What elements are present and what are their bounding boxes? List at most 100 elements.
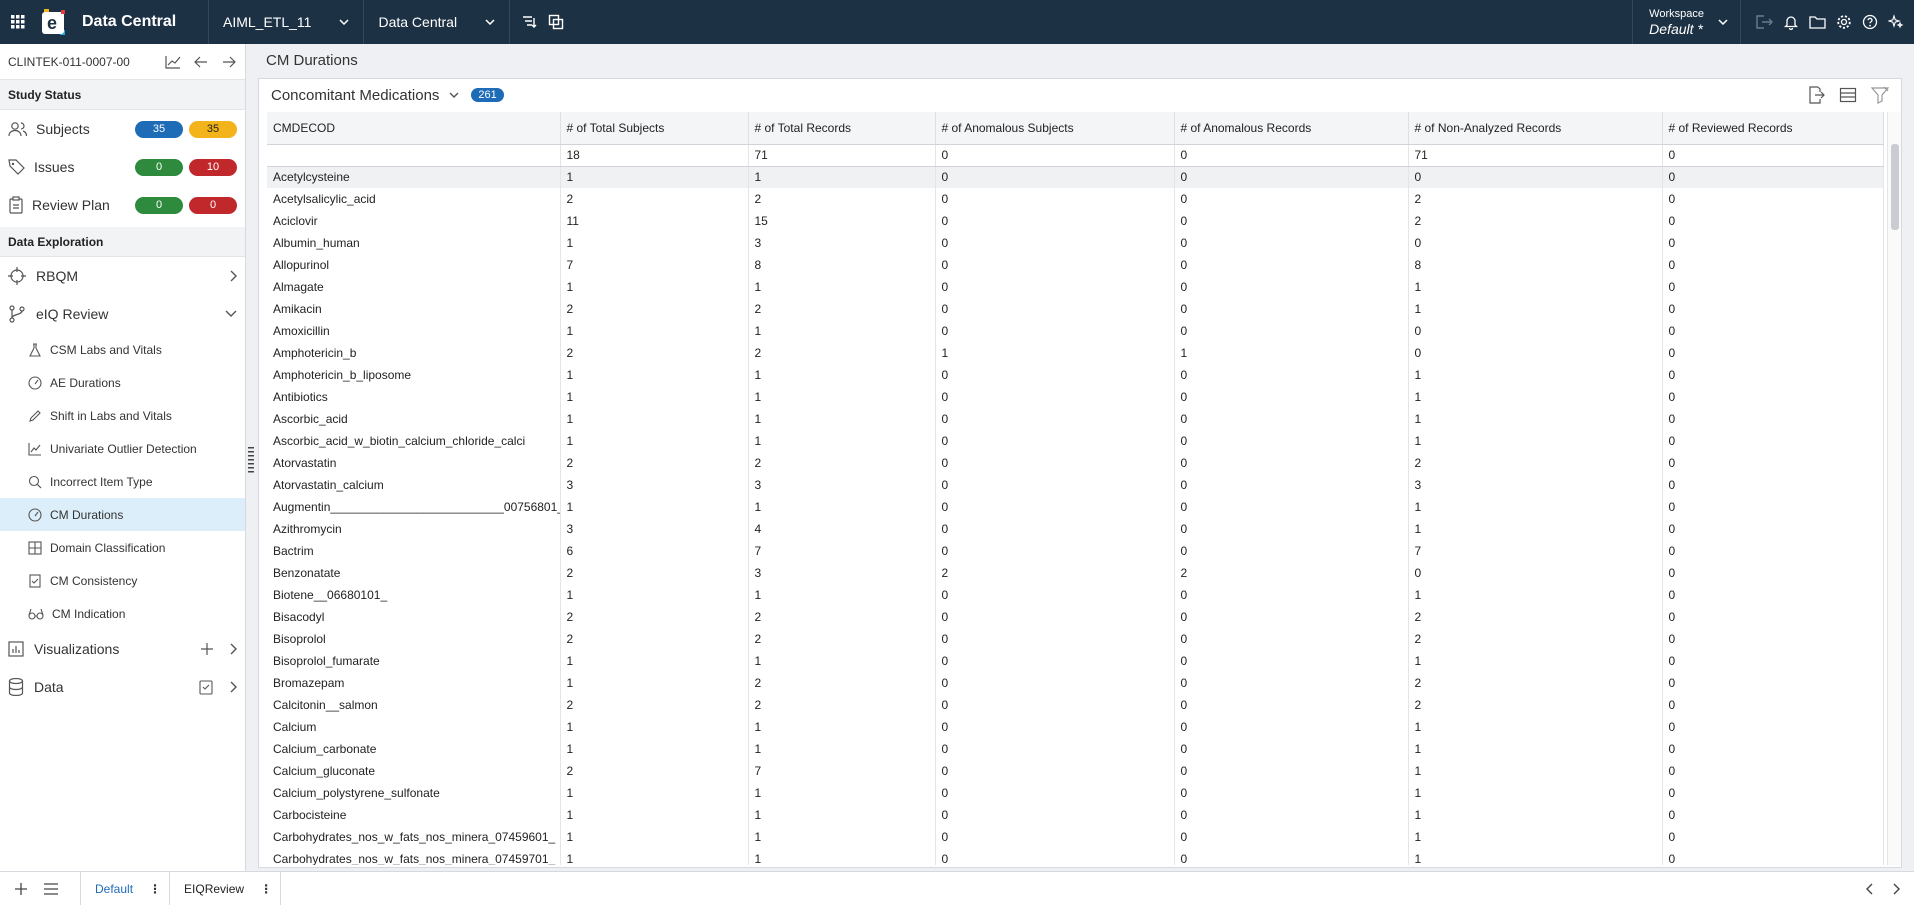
sidebar-subitem-cm-indication[interactable]: CM Indication — [0, 597, 245, 630]
tab-default[interactable]: Default ⋮ — [80, 871, 171, 905]
table-row[interactable]: Calcitonin__salmon 2 2 0 0 2 0 — [267, 694, 1884, 716]
table-row[interactable]: Ascorbic_acid 1 1 0 0 1 0 — [267, 408, 1884, 430]
sidebar-resize-handle[interactable] — [248, 445, 254, 477]
issues-open-badge[interactable]: 10 — [189, 158, 237, 176]
table-cell: 0 — [1408, 166, 1663, 188]
sidebar-subitem-ae-durations[interactable]: AE Durations — [0, 366, 245, 399]
review-plan-done-badge[interactable]: 0 — [135, 196, 183, 214]
table-cell: 1 — [1408, 408, 1663, 430]
column-header[interactable]: # of Non-Analyzed Records — [1408, 112, 1663, 145]
sidebar-subitem-shift-labs[interactable]: Shift in Labs and Vitals — [0, 399, 245, 432]
table-row[interactable]: Calcium 1 1 0 0 1 0 — [267, 716, 1884, 738]
subjects-count-badge[interactable]: 35 — [135, 120, 183, 138]
table-row[interactable]: Acetylsalicylic_acid 2 2 0 0 2 0 — [267, 188, 1884, 210]
table-row[interactable]: Benzonatate 2 3 2 2 0 0 — [267, 562, 1884, 584]
column-header[interactable]: # of Anomalous Subjects — [935, 112, 1175, 145]
logout-icon[interactable] — [1755, 14, 1773, 30]
column-header[interactable]: # of Reviewed Records — [1662, 112, 1884, 145]
more-vertical-icon[interactable]: ⋮ — [260, 882, 272, 896]
table-row[interactable]: Calcium_polystyrene_sulfonate 1 1 0 0 1 0 — [267, 782, 1884, 804]
chevron-left-icon[interactable] — [1866, 883, 1874, 895]
table-row[interactable]: Almagate 1 1 0 0 1 0 — [267, 276, 1884, 298]
table-row[interactable]: Antibiotics 1 1 0 0 1 0 — [267, 386, 1884, 408]
table-row[interactable]: Carbocisteine 1 1 0 0 1 0 — [267, 804, 1884, 826]
table-row[interactable]: Bisoprolol 2 2 0 0 2 0 — [267, 628, 1884, 650]
sidebar-item-data[interactable]: Data — [0, 668, 245, 706]
sidebar-subitem-cm-consistency[interactable]: CM Consistency — [0, 564, 245, 597]
clipboard-check-icon[interactable] — [199, 679, 213, 695]
table-row[interactable]: Carbohydrates_nos_w_fats_nos_minera_0745… — [267, 826, 1884, 848]
bell-icon[interactable] — [1783, 14, 1799, 30]
sidebar-item-eiq-review[interactable]: eIQ Review — [0, 295, 245, 333]
sidebar-item-rbqm[interactable]: RBQM — [0, 257, 245, 295]
status-review-plan[interactable]: Review Plan 0 0 — [0, 186, 245, 224]
sidebar-subitem-domain-classification[interactable]: Domain Classification — [0, 531, 245, 564]
table-row[interactable]: Amikacin 2 2 0 0 1 0 — [267, 298, 1884, 320]
table-row[interactable]: Calcium_carbonate 1 1 0 0 1 0 — [267, 738, 1884, 760]
column-header[interactable]: # of Total Records — [748, 112, 936, 145]
help-icon[interactable] — [1862, 14, 1878, 30]
column-header[interactable]: # of Total Subjects — [560, 112, 749, 145]
table-row[interactable]: Bactrim 6 7 0 0 7 0 — [267, 540, 1884, 562]
sidebar-subitem-incorrect-item-type[interactable]: Incorrect Item Type — [0, 465, 245, 498]
table-cell: 3 — [560, 474, 749, 496]
column-header[interactable]: # of Anomalous Records — [1174, 112, 1409, 145]
status-issues[interactable]: Issues 0 10 — [0, 148, 245, 186]
tab-list-button[interactable] — [36, 872, 66, 905]
filter-clear-icon[interactable] — [1871, 86, 1889, 104]
table-row[interactable]: Bromazepam 1 2 0 0 2 0 — [267, 672, 1884, 694]
table-row[interactable]: Allopurinol 7 8 0 0 8 0 — [267, 254, 1884, 276]
table-row[interactable]: Amoxicillin 1 1 0 0 0 0 — [267, 320, 1884, 342]
workspace-selector[interactable]: Workspace Default * — [1632, 0, 1741, 44]
table-row[interactable]: Atorvastatin 2 2 0 0 2 0 — [267, 452, 1884, 474]
tab-eiqreview[interactable]: EIQReview ⋮ — [170, 871, 282, 905]
chevron-down-icon[interactable] — [449, 92, 459, 98]
table-row[interactable]: Bisacodyl 2 2 0 0 2 0 — [267, 606, 1884, 628]
back-arrow-icon[interactable] — [193, 55, 209, 69]
panel-title-dropdown[interactable]: Concomitant Medications — [271, 87, 439, 104]
copy-icon[interactable] — [548, 14, 564, 30]
module-selector[interactable]: Data Central — [363, 0, 509, 44]
issues-closed-badge[interactable]: 0 — [135, 158, 183, 176]
gear-icon[interactable] — [1836, 14, 1852, 30]
table-row[interactable]: Bisoprolol_fumarate 1 1 0 0 1 0 — [267, 650, 1884, 672]
trend-chart-icon[interactable] — [165, 55, 181, 69]
sidebar-item-visualizations[interactable]: Visualizations — [0, 630, 245, 668]
filter-list-icon[interactable] — [522, 15, 538, 29]
folder-icon[interactable] — [1809, 15, 1826, 30]
status-subjects[interactable]: Subjects 35 35 — [0, 110, 245, 148]
table-cell: 0 — [1662, 628, 1884, 650]
sidebar-subitem-univariate-outlier[interactable]: Univariate Outlier Detection — [0, 432, 245, 465]
app-grid-icon[interactable] — [0, 0, 36, 44]
sidebar-subitem-cm-durations[interactable]: CM Durations — [0, 498, 245, 531]
subjects-flagged-badge[interactable]: 35 — [189, 120, 237, 138]
review-plan-pending-badge[interactable]: 0 — [189, 196, 237, 214]
table-row[interactable]: Biotene__06680101_ 1 1 0 0 1 0 — [267, 584, 1884, 606]
column-header[interactable]: CMDECOD — [267, 112, 561, 145]
forward-arrow-icon[interactable] — [221, 55, 237, 69]
table-row[interactable]: Ascorbic_acid_w_biotin_calcium_chloride_… — [267, 430, 1884, 452]
table-row[interactable]: Amphotericin_b_liposome 1 1 0 0 1 0 — [267, 364, 1884, 386]
table-cell: 1 — [1408, 584, 1663, 606]
table-cell: 1 — [748, 408, 936, 430]
table-row[interactable]: Aciclovir 11 15 0 0 2 0 — [267, 210, 1884, 232]
export-icon[interactable] — [1807, 86, 1825, 104]
scrollbar-thumb[interactable] — [1891, 144, 1899, 230]
plus-icon[interactable] — [201, 643, 213, 655]
sidebar-subitem-csm-labs[interactable]: CSM Labs and Vitals — [0, 333, 245, 366]
table-row[interactable]: Augmentin__________________________00756… — [267, 496, 1884, 518]
table-row[interactable]: Carbohydrates_nos_w_fats_nos_minera_0745… — [267, 848, 1884, 865]
table-row[interactable]: Acetylcysteine 1 1 0 0 0 0 — [267, 166, 1884, 188]
vertical-scrollbar[interactable] — [1887, 112, 1901, 865]
table-row[interactable]: Azithromycin 3 4 0 0 1 0 — [267, 518, 1884, 540]
sparkle-icon[interactable] — [1888, 14, 1904, 30]
table-row[interactable]: Calcium_gluconate 2 7 0 0 1 0 — [267, 760, 1884, 782]
study-selector[interactable]: AIML_ETL_11 — [208, 0, 363, 44]
more-vertical-icon[interactable]: ⋮ — [149, 882, 161, 896]
layout-icon[interactable] — [1839, 86, 1857, 104]
table-row[interactable]: Albumin_human 1 3 0 0 0 0 — [267, 232, 1884, 254]
table-row[interactable]: Amphotericin_b 2 2 1 1 0 0 — [267, 342, 1884, 364]
table-row[interactable]: Atorvastatin_calcium 3 3 0 0 3 0 — [267, 474, 1884, 496]
chevron-right-icon[interactable] — [1892, 883, 1900, 895]
add-tab-button[interactable] — [6, 872, 36, 905]
